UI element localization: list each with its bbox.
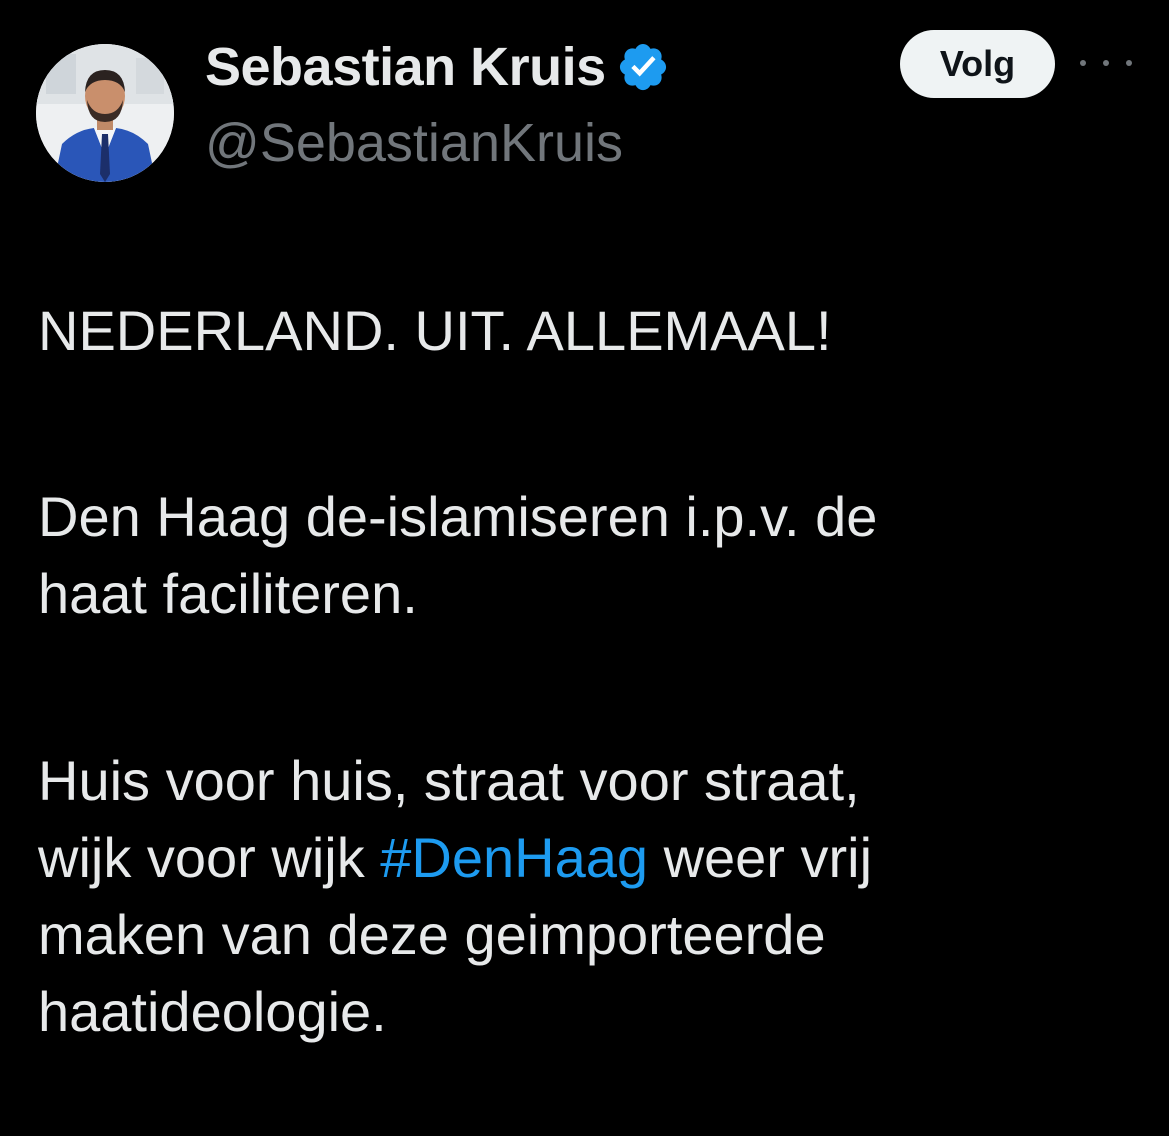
tweet-text-line: maken van deze geimporteerde xyxy=(38,903,826,966)
author-name-row: Sebastian Kruis xyxy=(205,34,670,100)
tweet-paragraph-3: Huis voor huis, straat voor straat, wijk… xyxy=(38,742,1138,1050)
author-handle[interactable]: @SebastianKruis xyxy=(205,112,623,174)
tweet-text-line: NEDERLAND. UIT. ALLEMAAL! xyxy=(38,299,832,362)
hashtag-link[interactable]: #DenHaag xyxy=(380,826,648,889)
tweet-card: Sebastian Kruis @SebastianKruis Volg NED… xyxy=(0,0,1169,1136)
tweet-text-line: Den Haag de-islamiseren i.p.v. de xyxy=(38,485,878,548)
tweet-text-line: Huis voor huis, straat voor straat, xyxy=(38,749,860,812)
tweet-paragraph-1: NEDERLAND. UIT. ALLEMAAL! xyxy=(38,292,1138,369)
tweet-paragraph-2: Den Haag de-islamiseren i.p.v. de haat f… xyxy=(38,478,1138,632)
follow-button[interactable]: Volg xyxy=(900,30,1055,98)
tweet-text-line: haatideologie. xyxy=(38,980,387,1043)
tweet-text-line: haat faciliteren. xyxy=(38,562,418,625)
tweet-text-line-with-hashtag: wijk voor wijk #DenHaag weer vrij xyxy=(38,819,1138,896)
more-options-icon[interactable] xyxy=(1080,48,1132,78)
avatar[interactable] xyxy=(36,44,174,182)
avatar-photo xyxy=(36,44,174,182)
author-display-name[interactable]: Sebastian Kruis xyxy=(205,36,606,98)
tweet-text-segment: weer vrij xyxy=(648,826,873,889)
verified-badge-icon[interactable] xyxy=(616,40,670,94)
tweet-text-segment: wijk voor wijk xyxy=(38,826,381,889)
